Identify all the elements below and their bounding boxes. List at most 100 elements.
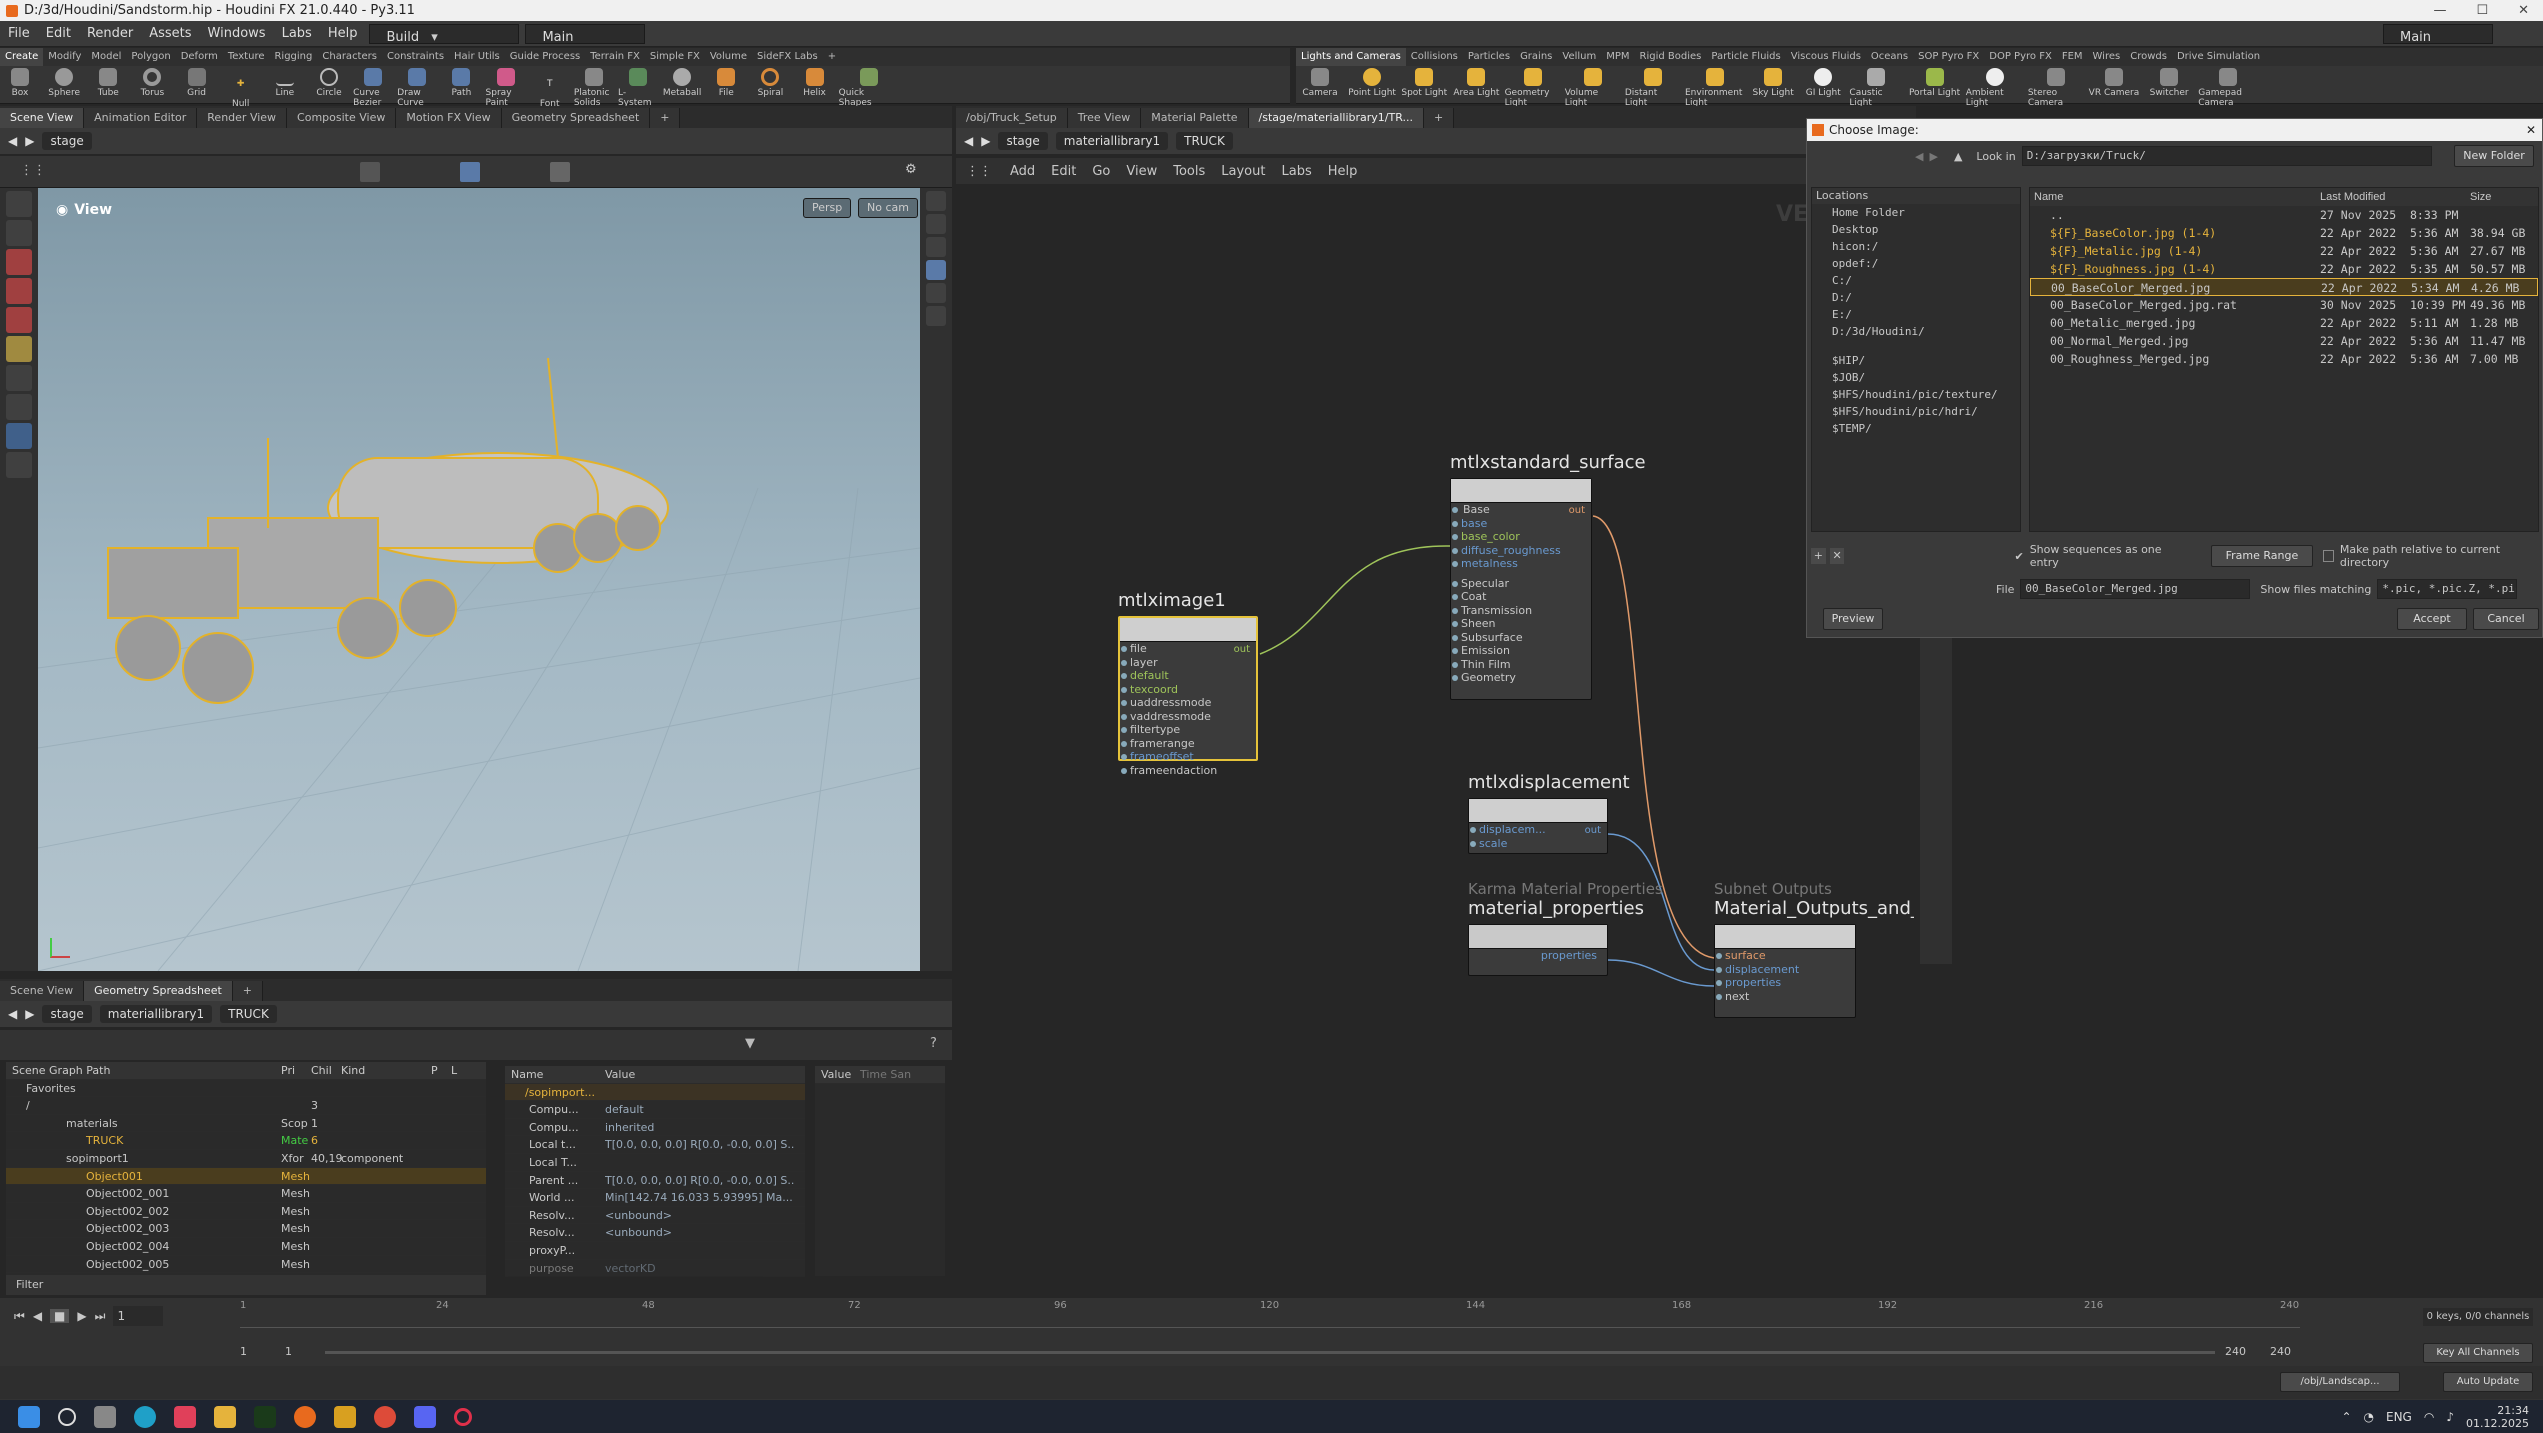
menu-edit[interactable]: Edit (38, 21, 79, 47)
node-mtlxstandard-surface[interactable]: out Base base base_color diffuse_roughne… (1450, 478, 1592, 700)
lock-icon[interactable] (6, 220, 32, 246)
shelf-tab[interactable]: Polygon (126, 48, 175, 66)
tree-row[interactable]: Object002_002 Mesh (6, 1203, 486, 1221)
tab-render-view[interactable]: Render View (197, 108, 288, 128)
new-folder-button[interactable]: New Folder (2454, 145, 2534, 167)
range-slider[interactable] (325, 1351, 2215, 1354)
shelf-tab[interactable]: Wires (2088, 48, 2126, 66)
range-start2[interactable]: 1 (285, 1345, 292, 1358)
dialog-up-icon[interactable]: ▲ (1954, 150, 1962, 163)
remove-location-icon[interactable]: ✕ (1829, 548, 1845, 564)
dialog-close-icon[interactable]: ✕ (2526, 119, 2536, 141)
start-icon[interactable] (18, 1405, 40, 1428)
shelf-tab[interactable]: Particles (1463, 48, 1515, 66)
prop-row[interactable]: Compu... inherited (505, 1119, 805, 1137)
tab-geometry-spreadsheet[interactable]: Geometry Spreadsheet (501, 108, 651, 128)
net-menu-add[interactable]: Add (1002, 164, 1043, 179)
shelf-tab[interactable]: Hair Utils (449, 48, 505, 66)
shelf-tool-portal-light[interactable]: Portal Light (1908, 68, 1962, 98)
lang-indicator[interactable]: ENG (2386, 1410, 2412, 1424)
back-icon[interactable]: ◀ (8, 1007, 17, 1021)
shelf-tab[interactable]: Viscous Fluids (1786, 48, 1866, 66)
add-tab-icon[interactable]: + (650, 108, 681, 128)
desktop-select[interactable]: Build ▾ (369, 23, 520, 45)
menu-render[interactable]: Render (79, 21, 141, 47)
location-temp[interactable]: $TEMP/ (1812, 420, 2020, 437)
display-options-icon[interactable] (926, 191, 946, 211)
tab-motion-fx-view[interactable]: Motion FX View (396, 108, 502, 128)
shelf-tab[interactable]: Texture (223, 48, 270, 66)
shelf-tool-caustic-light[interactable]: Caustic Light (1849, 68, 1903, 108)
location-opdef[interactable]: opdef:/ (1812, 255, 2020, 272)
select-tool-icon[interactable] (6, 191, 32, 217)
wifi-icon[interactable]: ◠ (2424, 1410, 2434, 1424)
shading-icon[interactable] (926, 260, 946, 280)
tab-scene-view[interactable]: Scene View (0, 981, 85, 1001)
path-truck[interactable]: TRUCK (1176, 132, 1233, 150)
back-icon[interactable]: ◀ (8, 134, 17, 148)
add-shelf-icon[interactable]: + (823, 48, 841, 66)
location-e[interactable]: E:/ (1812, 306, 2020, 323)
file-row[interactable]: 00_Normal_Merged.jpg 22 Apr 2022 5:36 AM 11… (2030, 332, 2538, 350)
file-row-selected[interactable]: 00_BaseColor_Merged.jpg 22 Apr 2022 5:34 A… (2030, 278, 2538, 296)
prop-row[interactable]: Local t... T[0.0, 0.0, 0.0] R[0.0, -0.0, … (505, 1136, 805, 1154)
shelf-tool-gi-light[interactable]: GI Light (1801, 68, 1845, 98)
camera-menu[interactable]: No cam (858, 198, 918, 218)
tab-composite-view[interactable]: Composite View (287, 108, 397, 128)
background-icon[interactable] (926, 283, 946, 303)
shelf-tool-lsystem[interactable]: L-System (618, 68, 658, 108)
node-material-outputs[interactable]: surface displacement properties next (1714, 924, 1856, 1018)
frame-range-select[interactable]: Frame Range (2211, 545, 2313, 567)
volume-icon[interactable]: ♪ (2446, 1410, 2454, 1424)
tree-row[interactable]: Object002_003 Mesh (6, 1220, 486, 1238)
group-coat[interactable]: Coat (1451, 590, 1591, 604)
file-row[interactable]: ${F}_Metalic.jpg (1-4) 22 Apr 2022 5:36 AM… (2030, 242, 2538, 260)
add-tab-icon[interactable]: + (1423, 108, 1455, 128)
opera-icon[interactable] (454, 1407, 472, 1426)
info-icon[interactable] (926, 306, 946, 326)
back-icon[interactable]: ◀ (964, 134, 973, 148)
shelf-tool-spot-light[interactable]: Spot Light (1400, 68, 1448, 98)
shelf-tab[interactable]: DOP Pyro FX (1984, 48, 2057, 66)
shelf-tab[interactable]: Particle Fluids (1706, 48, 1785, 66)
prop-row[interactable]: purpose vectorKD (505, 1260, 805, 1278)
move-tool-icon[interactable] (6, 249, 32, 275)
shelf-tool-quick-shapes[interactable]: Quick Shapes (839, 68, 899, 108)
net-menu-go[interactable]: Go (1084, 164, 1118, 179)
tab-network-editor[interactable]: /stage/materiallibrary1/TR... (1248, 108, 1424, 128)
prop-row[interactable]: Compu... default (505, 1101, 805, 1119)
location-home[interactable]: Home Folder (1812, 204, 2020, 221)
menu-windows[interactable]: Windows (200, 21, 274, 47)
group-specular[interactable]: Specular (1451, 577, 1591, 591)
dialog-back-icon[interactable]: ◀ (1915, 150, 1923, 163)
file-row[interactable]: ${F}_Roughness.jpg (1-4) 22 Apr 2022 5:35 … (2030, 260, 2538, 278)
snap-icon[interactable] (360, 162, 380, 182)
shelf-tool-sky-light[interactable]: Sky Light (1749, 68, 1797, 98)
tab-scene-view[interactable]: Scene View (0, 108, 85, 128)
tree-row-selected[interactable]: Object001 Mesh (6, 1167, 486, 1186)
make-relative-checkbox[interactable] (2322, 550, 2334, 562)
range-start[interactable]: 1 (240, 1345, 247, 1358)
shelf-tab[interactable]: SideFX Labs (752, 48, 823, 66)
status-path-field[interactable]: /obj/Landscap... (2280, 1372, 2400, 1392)
handle-tool-icon[interactable] (6, 336, 32, 362)
shelf-tool-curve-bezier[interactable]: Curve Bezier (353, 68, 393, 108)
task-view-icon[interactable] (94, 1405, 116, 1428)
houdini-taskbar-icon[interactable] (294, 1405, 316, 1428)
shelf-tool-volume-light[interactable]: Volume Light (1565, 68, 1621, 108)
shelf-tab[interactable]: Guide Process (505, 48, 585, 66)
tab-geometry-spreadsheet[interactable]: Geometry Spreadsheet (84, 981, 233, 1001)
net-menu-layout[interactable]: Layout (1213, 164, 1273, 179)
shelf-tool-platonic[interactable]: Platonic Solids (574, 68, 614, 108)
shelf-tab[interactable]: Crowds (2125, 48, 2172, 66)
shelf-tab[interactable]: Characters (317, 48, 382, 66)
range-end2[interactable]: 240 (2270, 1345, 2291, 1358)
group-emission[interactable]: Emission (1451, 644, 1591, 658)
location-job[interactable]: $JOB/ (1812, 369, 2020, 386)
menu-help[interactable]: Help (320, 21, 366, 47)
tab-obj-truck-setup[interactable]: /obj/Truck_Setup (956, 108, 1068, 128)
forward-icon[interactable]: ▶ (981, 134, 990, 148)
shelf-tool-sphere[interactable]: Sphere (44, 68, 84, 98)
prop-row[interactable]: Resolv... <unbound> (505, 1207, 805, 1225)
shelf-tool-file[interactable]: File (706, 68, 746, 98)
